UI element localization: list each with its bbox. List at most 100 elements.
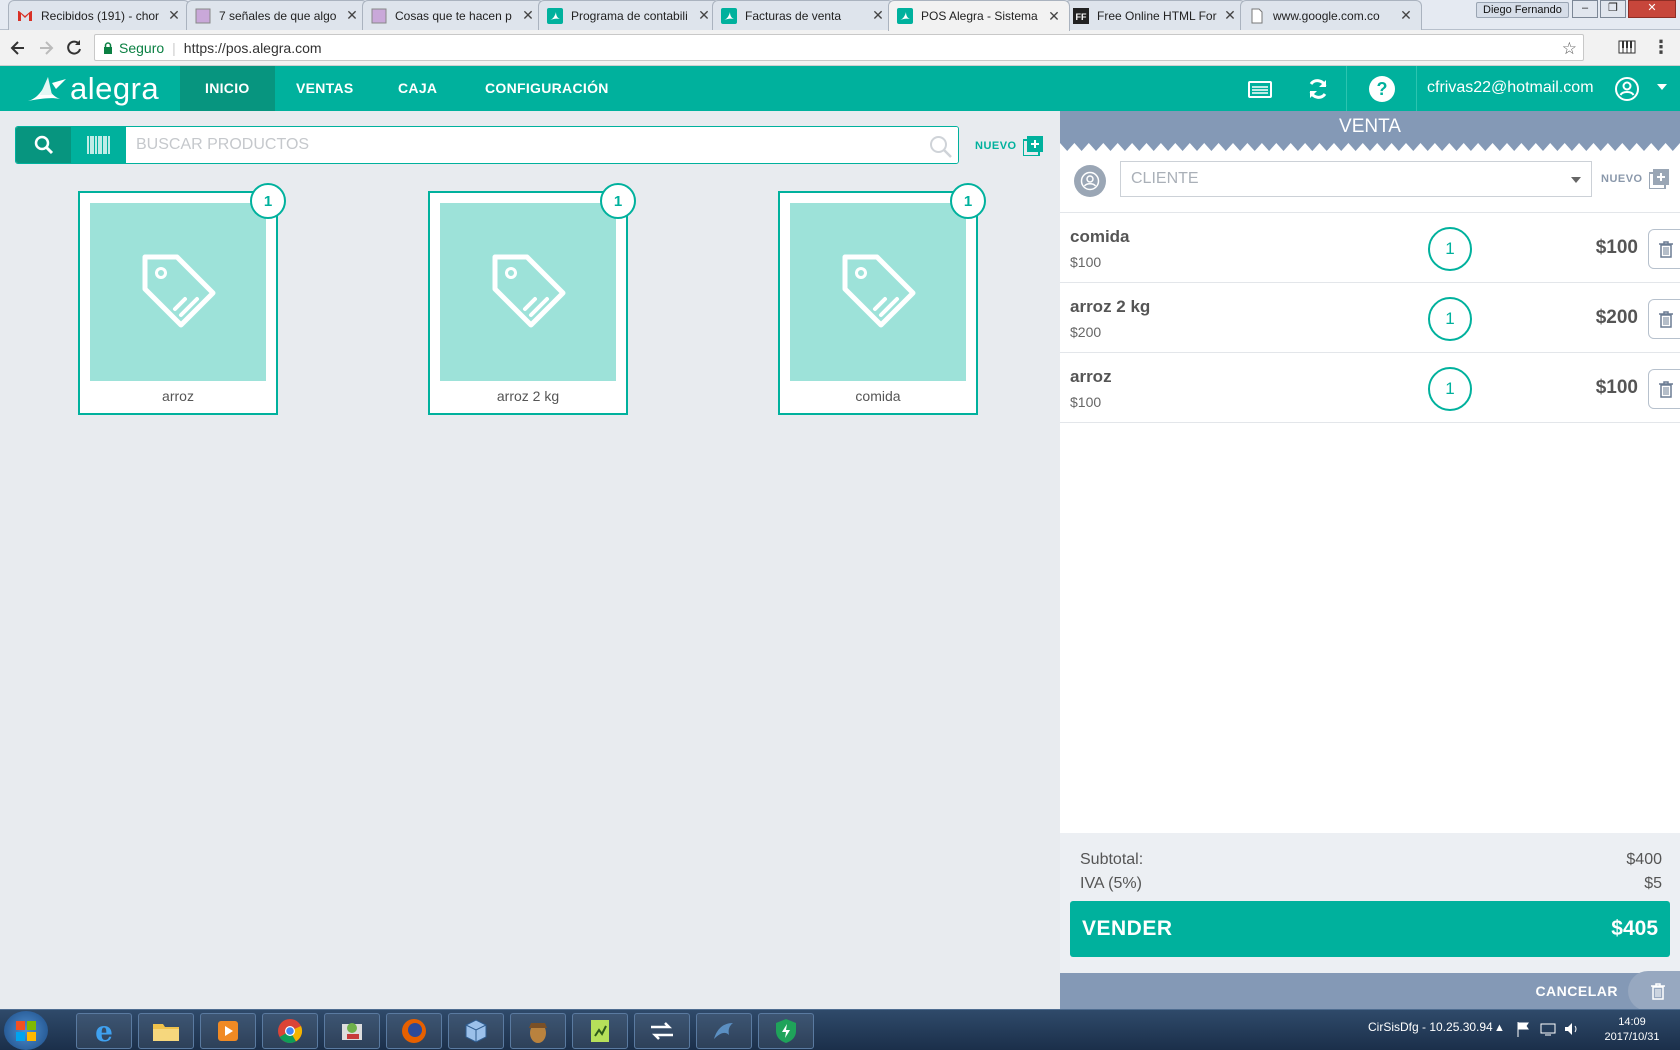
svg-text:FF: FF — [1076, 12, 1087, 22]
taskbar-virtualbox[interactable] — [448, 1013, 504, 1049]
delete-item-button[interactable] — [1648, 369, 1680, 409]
user-avatar-icon[interactable] — [1615, 77, 1639, 101]
back-icon[interactable] — [8, 38, 28, 58]
network-label: CirSisDfg - 10.25.30.94 — [1368, 1020, 1493, 1034]
taskbar-chrome[interactable] — [262, 1013, 318, 1049]
client-avatar-icon — [1074, 165, 1106, 197]
browser-tab[interactable]: Facturas de venta ✕ — [712, 0, 894, 30]
flag-icon[interactable] — [1516, 1021, 1530, 1037]
taskbar-acorn[interactable] — [510, 1013, 566, 1049]
taskbar-app5[interactable] — [324, 1013, 380, 1049]
browser-tab[interactable]: FF Free Online HTML For ✕ — [1064, 0, 1246, 30]
sell-button[interactable]: VENDER $405 — [1070, 901, 1670, 957]
tab-close-icon[interactable]: ✕ — [1223, 7, 1237, 24]
tab-close-icon[interactable]: ✕ — [167, 7, 181, 24]
tab-title: POS Alegra - Sistema — [921, 9, 1038, 23]
tab-close-icon[interactable]: ✕ — [871, 7, 885, 24]
new-client-label: NUEVO — [1601, 173, 1643, 185]
chrome-icon — [278, 1019, 303, 1044]
barcode-button[interactable] — [71, 127, 126, 163]
cancel-trash-button[interactable] — [1628, 971, 1680, 1011]
forward-icon[interactable] — [36, 38, 56, 58]
product-card[interactable]: arroz 2 kg 1 — [428, 183, 636, 415]
browser-tab[interactable]: POS Alegra - Sistema ✕ — [888, 0, 1070, 31]
lock-icon — [103, 41, 113, 54]
new-client-button[interactable]: NUEVO — [1601, 169, 1669, 189]
sale-item-name: arroz 2 kg — [1070, 297, 1151, 316]
delete-item-button[interactable] — [1648, 229, 1680, 269]
tab-close-icon[interactable]: ✕ — [345, 7, 359, 24]
transfer-icon — [651, 1022, 673, 1040]
sync-icon[interactable] — [1306, 77, 1330, 101]
browser-tab[interactable]: Cosas que te hacen p ✕ — [362, 0, 544, 30]
tab-close-icon[interactable]: ✕ — [1047, 8, 1061, 25]
search-magnifier-icon — [929, 135, 953, 159]
reload-icon[interactable] — [64, 38, 84, 58]
taskbar-firefox[interactable] — [386, 1013, 442, 1049]
tab-title: Recibidos (191) - chor — [41, 8, 160, 23]
sale-panel: VENTA CLIENTE NUEVO comida $100 1 $100 arroz… — [1060, 111, 1680, 1011]
alegra-logo[interactable]: alegra — [26, 71, 159, 107]
tab-close-icon[interactable]: ✕ — [521, 7, 535, 24]
url-field[interactable]: Seguro | https://pos.alegra.com ☆ — [94, 34, 1584, 61]
tab-title: Programa de contabili — [571, 8, 688, 23]
tray-up-icon[interactable]: ▲ — [1494, 1022, 1505, 1034]
volume-icon[interactable] — [1564, 1021, 1580, 1037]
network-icon[interactable] — [1540, 1021, 1556, 1037]
sale-item-row[interactable]: arroz $100 1 $100 — [1060, 353, 1680, 423]
minimize-button[interactable]: – — [1572, 0, 1598, 18]
taskbar-mysql[interactable] — [696, 1013, 752, 1049]
taskbar-security[interactable] — [758, 1013, 814, 1049]
sale-item-qty[interactable]: 1 — [1428, 367, 1472, 411]
cancel-button[interactable]: CANCELAR — [1535, 983, 1618, 999]
help-icon[interactable]: ? — [1368, 75, 1396, 103]
new-product-button[interactable]: NUEVO — [975, 136, 1043, 156]
close-window-button[interactable]: ✕ — [1628, 0, 1676, 18]
user-email[interactable]: cfrivas22@hotmail.com — [1427, 79, 1594, 97]
maximize-button[interactable]: ❐ — [1600, 0, 1626, 18]
tab-close-icon[interactable]: ✕ — [697, 7, 711, 24]
nav-caja[interactable]: CAJA — [373, 66, 462, 111]
sale-item-row[interactable]: arroz 2 kg $200 1 $200 — [1060, 283, 1680, 353]
sale-item-row[interactable]: comida $100 1 $100 — [1060, 213, 1680, 283]
extension-piano-icon[interactable] — [1618, 39, 1636, 55]
product-name: arroz — [162, 388, 194, 404]
taskbar-media[interactable] — [200, 1013, 256, 1049]
clock[interactable]: 14:09 2017/10/31 — [1600, 1016, 1664, 1043]
sale-item-name: comida — [1070, 227, 1130, 246]
chevron-down-icon — [1571, 177, 1581, 183]
firefox-icon — [402, 1019, 426, 1043]
taskbar-transfer[interactable] — [634, 1013, 690, 1049]
profile-name[interactable]: Diego Fernando — [1476, 2, 1569, 18]
taskbar-editor[interactable] — [572, 1013, 628, 1049]
taskbar-explorer[interactable] — [138, 1013, 194, 1049]
sale-footer: CANCELAR — [1060, 971, 1680, 1011]
product-search-input[interactable] — [126, 127, 958, 163]
taskbar-ie[interactable]: e — [76, 1013, 132, 1049]
tab-close-icon[interactable]: ✕ — [1399, 7, 1413, 24]
bookmark-star-icon[interactable]: ☆ — [1562, 39, 1577, 59]
product-card[interactable]: comida 1 — [778, 183, 986, 415]
client-select[interactable]: CLIENTE — [1120, 161, 1592, 197]
product-card[interactable]: arroz 1 — [78, 183, 286, 415]
nav-configuracion[interactable]: CONFIGURACIÓN — [460, 66, 634, 111]
browser-tab[interactable]: Recibidos (191) - chor ✕ — [8, 0, 190, 30]
cash-register-icon[interactable] — [1248, 79, 1272, 99]
sale-title: VENTA — [1060, 111, 1680, 143]
nav-inicio[interactable]: INICIO — [180, 66, 275, 111]
browser-tab[interactable]: www.google.com.co ✕ — [1240, 0, 1422, 30]
delete-item-button[interactable] — [1648, 299, 1680, 339]
browser-menu-icon[interactable]: ⋮ — [1652, 37, 1670, 58]
user-menu-chevron-icon[interactable] — [1657, 83, 1667, 91]
sale-item-qty[interactable]: 1 — [1428, 297, 1472, 341]
cube-icon — [465, 1019, 487, 1043]
sale-item-qty[interactable]: 1 — [1428, 227, 1472, 271]
nav-ventas[interactable]: VENTAS — [271, 66, 379, 111]
browser-tab[interactable]: 7 señales de que algo ✕ — [186, 0, 368, 30]
search-button[interactable] — [16, 127, 71, 163]
product-name: arroz 2 kg — [496, 388, 560, 404]
browser-tab[interactable]: Programa de contabili ✕ — [538, 0, 720, 30]
browser-tabstrip: Recibidos (191) - chor ✕ 7 señales de que … — [0, 0, 1680, 31]
page-icon — [195, 8, 211, 24]
start-button[interactable] — [4, 1011, 48, 1050]
